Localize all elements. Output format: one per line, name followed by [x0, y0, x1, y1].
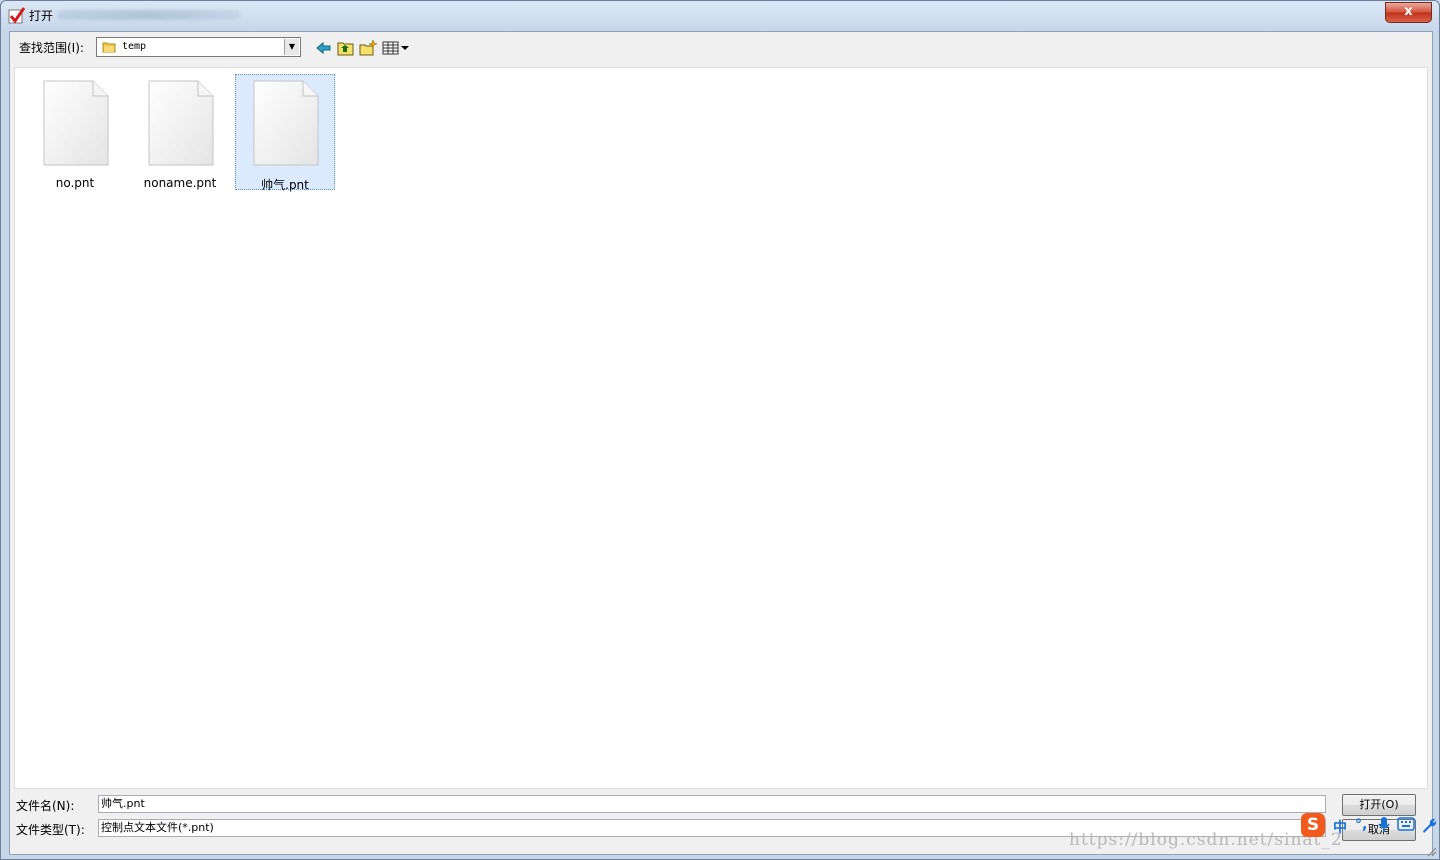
ime-punctuation-toggle[interactable]: °, [1355, 817, 1367, 833]
look-in-value: temp [122, 41, 147, 52]
ime-mode-toggle[interactable]: 中 [1333, 817, 1347, 837]
document-file-icon [43, 80, 109, 166]
chevron-down-icon[interactable]: ▼ [284, 39, 299, 55]
blurred-title-region [57, 10, 241, 20]
close-button[interactable]: x [1385, 2, 1432, 23]
file-item-selected[interactable]: 帅气.pnt [235, 74, 335, 192]
file-name: 帅气.pnt [261, 178, 309, 192]
open-file-dialog: 打开 x 查找范围(I): temp ▼ no.pnt noname.pnt 帅… [0, 0, 1440, 860]
window-title: 打开 [29, 9, 54, 23]
file-item[interactable]: noname.pnt [130, 74, 230, 190]
keyboard-icon[interactable] [1397, 817, 1415, 831]
wrench-icon[interactable] [1421, 817, 1437, 833]
filename-label: 文件名(N): [16, 799, 75, 813]
resize-grip-icon[interactable] [1425, 845, 1437, 857]
back-icon[interactable] [314, 39, 334, 57]
document-file-icon [148, 80, 214, 166]
file-item[interactable]: no.pnt [25, 74, 125, 190]
sogou-logo-icon: S [1301, 813, 1325, 837]
look-in-combobox[interactable]: temp ▼ [96, 37, 301, 57]
folder-icon [102, 42, 116, 53]
checkmark-app-icon [8, 7, 26, 24]
up-folder-icon[interactable] [336, 39, 356, 57]
filetype-label: 文件类型(T): [16, 823, 85, 837]
ime-toolbar[interactable]: S 中 °, [1301, 813, 1439, 839]
dialog-client-area: 查找范围(I): temp ▼ no.pnt noname.pnt 帅气.pnt… [9, 31, 1433, 855]
filename-input[interactable]: 帅气.pnt [98, 795, 1326, 813]
file-name: noname.pnt [143, 176, 217, 190]
file-list-view[interactable]: no.pnt noname.pnt 帅气.pnt [14, 67, 1428, 789]
new-folder-icon[interactable] [358, 39, 378, 57]
document-file-icon [253, 80, 319, 166]
file-name: no.pnt [55, 176, 95, 190]
look-in-label: 查找范围(I): [19, 41, 84, 55]
view-menu-icon[interactable] [382, 39, 412, 57]
title-bar[interactable]: 打开 x [1, 1, 1439, 29]
microphone-icon[interactable] [1377, 816, 1391, 834]
